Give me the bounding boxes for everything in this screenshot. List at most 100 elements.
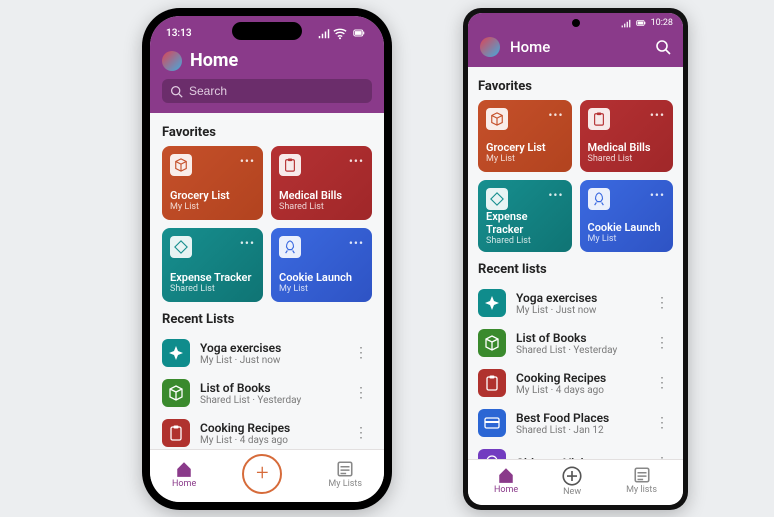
cube-icon [478,329,506,357]
card-name: Grocery List [486,141,564,154]
sparkle-icon [478,289,506,317]
favorite-card[interactable]: ••• Cookie LaunchMy List [580,180,674,252]
search-icon [170,85,183,98]
lists-icon [336,460,354,478]
favorite-card[interactable]: ••• Medical BillsShared List [271,146,372,220]
search-icon[interactable] [655,39,671,55]
tab-new-label: New [563,487,581,497]
camera-punchhole [572,19,580,27]
dynamic-island [232,22,302,40]
list-item[interactable]: Cities to Visit⋮ [478,443,673,459]
row-name: Cooking Recipes [200,421,340,435]
battery-icon [634,18,648,28]
row-name: List of Books [200,381,340,395]
list-item[interactable]: List of BooksShared List · Yesterday ⋮ [478,323,673,363]
clipboard-icon [478,369,506,397]
list-item[interactable]: Cooking RecipesMy List · 4 days ago⋮ [162,413,372,449]
rocket-icon [588,188,610,210]
clipboard-icon [588,108,610,130]
android-frame: 10:28 Home Favorites •••Grocery ListMy L… [463,8,688,510]
tab-home-label: Home [172,479,196,489]
list-item[interactable]: Cooking RecipesMy List · 4 days ago⋮ [478,363,673,403]
row-more-icon[interactable]: ⋮ [350,345,372,361]
row-name: Best Food Places [516,411,641,425]
row-meta: Shared List · Jan 12 [516,425,641,436]
favorite-card[interactable]: •••Cookie LaunchMy List [271,228,372,302]
search-input[interactable] [189,84,364,98]
tab-mylists[interactable]: My lists [626,466,657,495]
page-title: Home [510,38,645,56]
row-name: Yoga exercises [516,291,641,305]
card-more-icon[interactable]: ••• [548,108,563,122]
card-more-icon[interactable]: ••• [548,188,563,202]
status-time: 13:13 [166,28,192,39]
card-more-icon[interactable]: ••• [349,236,364,250]
card-more-icon[interactable]: ••• [650,188,665,202]
tab-home[interactable]: Home [172,460,196,489]
row-name: Cooking Recipes [516,371,641,385]
favorites-heading: Favorites [162,125,372,140]
card-subtitle: My List [279,284,364,294]
tab-mylists-label: My lists [626,485,657,495]
list-item[interactable]: Best Food PlacesShared List · Jan 12 ⋮ [478,403,673,443]
tab-bar: Home New My lists [468,459,683,505]
home-icon [497,466,515,484]
row-meta: My List · Just now [200,355,340,366]
card-name: Expense Tracker [170,271,255,284]
favorite-card[interactable]: ••• Grocery ListMy List [162,146,263,220]
card-name: Medical Bills [279,189,364,202]
favorite-card[interactable]: •••Expense TrackerShared List [478,180,572,252]
card-icon [478,409,506,437]
tab-mylists[interactable]: My Lists [328,460,362,489]
card-more-icon[interactable]: ••• [240,236,255,250]
card-subtitle: Shared List [279,202,364,212]
row-more-icon[interactable]: ⋮ [350,425,372,441]
wifi-icon [333,26,347,40]
card-more-icon[interactable]: ••• [240,154,255,168]
tab-new[interactable]: New [562,466,582,497]
plus-circle-icon [562,466,582,486]
card-subtitle: My List [486,154,564,164]
app-header: Home [150,48,384,113]
tab-home-label: Home [494,485,518,495]
rocket-icon [279,236,301,258]
card-subtitle: My List [588,234,666,244]
row-more-icon[interactable]: ⋮ [651,295,673,311]
card-name: Expense Tracker [486,210,564,236]
favorites-heading: Favorites [478,79,673,94]
new-fab[interactable]: + [242,454,282,494]
tab-mylists-label: My Lists [328,479,362,489]
card-name: Grocery List [170,189,255,202]
diamond-icon [170,236,192,258]
card-subtitle: Shared List [588,154,666,164]
row-more-icon[interactable]: ⋮ [651,375,673,391]
sparkle-icon [162,339,190,367]
tab-home[interactable]: Home [494,466,518,495]
avatar[interactable] [162,51,182,71]
avatar[interactable] [480,37,500,57]
list-item[interactable]: List of BooksShared List · Yesterday ⋮ [162,373,372,413]
favorite-card[interactable]: •••Medical BillsShared List [580,100,674,172]
card-more-icon[interactable]: ••• [349,154,364,168]
list-item[interactable]: Yoga exercisesMy List · Just now⋮ [478,283,673,323]
recent-heading: Recent Lists [162,312,372,327]
list-item[interactable]: Yoga exercisesMy List · Just now⋮ [162,333,372,373]
row-name: List of Books [516,331,641,345]
favorite-card[interactable]: ••• Expense TrackerShared List [162,228,263,302]
row-meta: Shared List · Yesterday [516,345,641,356]
card-more-icon[interactable]: ••• [650,108,665,122]
row-more-icon[interactable]: ⋮ [651,415,673,431]
row-more-icon[interactable]: ⋮ [651,335,673,351]
favorite-card[interactable]: ••• Grocery ListMy List [478,100,572,172]
status-time: 10:28 [651,18,673,28]
page-title: Home [190,50,238,71]
cube-icon [170,154,192,176]
search-box[interactable] [162,79,372,103]
card-name: Cookie Launch [588,221,666,234]
card-subtitle: My List [170,202,255,212]
home-icon [175,460,193,478]
card-subtitle: Shared List [170,284,255,294]
row-more-icon[interactable]: ⋮ [350,385,372,401]
plus-icon: + [256,463,268,485]
row-meta: Shared List · Yesterday [200,395,340,406]
